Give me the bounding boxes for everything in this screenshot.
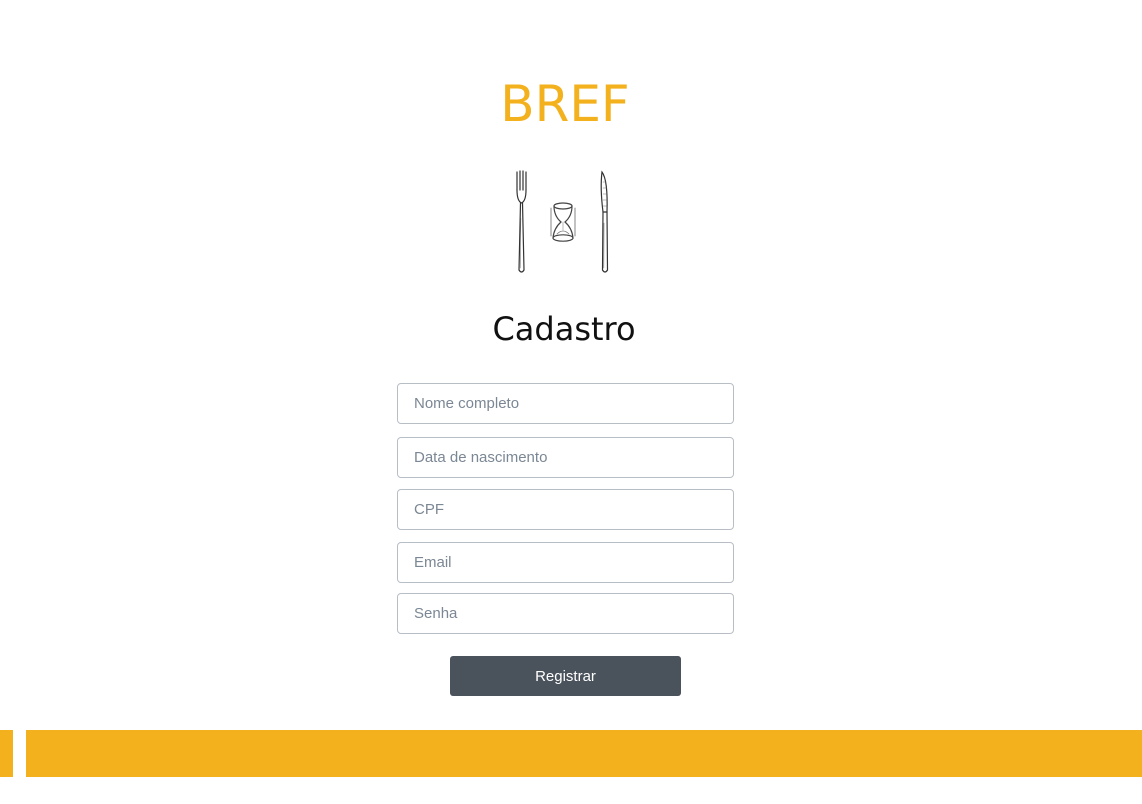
fork-hourglass-knife-icon (516, 170, 609, 273)
email-input[interactable] (397, 542, 734, 583)
registration-page: BREF Cadastro Nome completo Data de nasc… (0, 0, 1142, 804)
footer-accent-small (0, 730, 13, 777)
knife-icon (600, 170, 609, 273)
full-name-input[interactable] (397, 383, 734, 424)
birth-date-input[interactable] (397, 437, 734, 478)
cpf-input[interactable] (397, 489, 734, 530)
password-input[interactable] (397, 593, 734, 634)
fork-icon (516, 170, 527, 273)
brand-title: BREF (500, 75, 630, 133)
footer-accent-bar (26, 730, 1142, 777)
logo (507, 168, 619, 278)
register-button[interactable]: Registrar (450, 656, 681, 696)
hourglass-icon (550, 202, 576, 242)
page-title: Cadastro (492, 310, 636, 348)
